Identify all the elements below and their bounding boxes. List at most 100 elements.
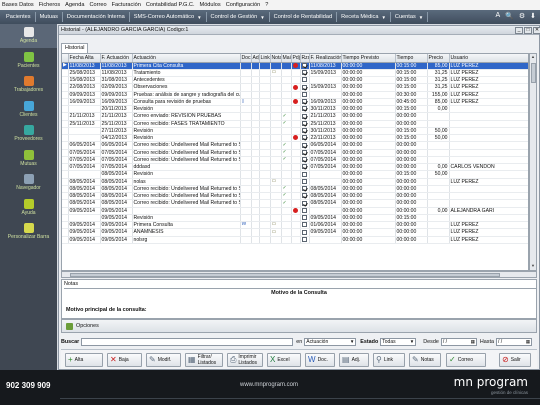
realizado-checkbox[interactable] — [301, 186, 307, 192]
table-row[interactable]: 08/05/2014 08/05/2014 Correo recibido: Und… — [62, 199, 528, 208]
toolbar-item-1[interactable]: Mutuas — [36, 12, 63, 22]
calendar-icon[interactable]: ▦ — [471, 339, 475, 345]
table-row[interactable]: 20/11/2013 Revisión 30/11/2013 00:00:00 00:1… — [62, 105, 528, 114]
gear-icon[interactable]: ⚙ — [519, 12, 525, 20]
toolbar-item-6[interactable]: Receta Médica ▼ — [337, 12, 391, 22]
toolbar-item-2[interactable]: Documentación Interna — [63, 12, 130, 22]
table-row[interactable]: 08/05/2014 08/05/2014 Correo recibido: Und… — [62, 185, 528, 194]
realizado-checkbox[interactable] — [301, 178, 307, 184]
realizado-checkbox[interactable] — [301, 99, 307, 105]
button-8[interactable]: ⚲ Link — [373, 353, 405, 367]
table-row[interactable]: 07/05/2014 07/05/2014 Correo recibido: Und… — [62, 149, 528, 157]
button-5[interactable]: X Excel — [267, 353, 301, 367]
realizado-checkbox[interactable] — [301, 128, 307, 134]
maximize-icon[interactable]: □ — [524, 27, 532, 34]
column-header[interactable]: Tiempo — [395, 54, 428, 63]
table-row[interactable]: 07/05/2014 07/05/2014 dddasd 07/05/2014 00:0… — [62, 163, 528, 172]
menu-item-5[interactable]: Contabilidad P.G.C. — [146, 2, 195, 8]
column-header[interactable]: F. Realización — [309, 54, 342, 63]
download-icon[interactable]: ⬇ — [530, 12, 536, 20]
table-row[interactable]: 16/09/2013 16/09/2013 Consulta para revisi… — [62, 98, 528, 107]
table-row[interactable]: 09/05/2014 09/05/2014 Primera Consulta W ▭ 01… — [62, 221, 528, 230]
menu-item-0[interactable]: Bases Datos — [2, 2, 34, 8]
column-header[interactable]: Usuario — [449, 54, 528, 63]
toolbar-item-4[interactable]: Control de Gestión ▼ — [207, 12, 270, 22]
column-header[interactable]: Fecha Alta — [68, 54, 101, 63]
calendar-icon[interactable]: ▦ — [526, 339, 530, 345]
button-1[interactable]: ✕ Baja — [107, 353, 142, 367]
hasta-date-field[interactable]: / / ▦ — [495, 338, 532, 346]
realizado-checkbox[interactable] — [301, 106, 307, 112]
sidebar-item-3[interactable]: Clientes — [0, 98, 57, 122]
sidebar-item-4[interactable]: Proveedores — [0, 122, 57, 146]
sidebar-item-8[interactable]: Personalizar Barra — [0, 220, 57, 244]
table-row[interactable]: 21/11/2013 21/11/2013 Correo enviado: REVI… — [62, 112, 528, 121]
minimize-icon[interactable]: _ — [515, 27, 523, 34]
close-icon[interactable]: ✕ — [533, 27, 540, 34]
table-row[interactable]: 27/11/2013 Revisión 30/11/2013 00:00:00 00:1… — [62, 127, 528, 136]
table-row[interactable]: 25/08/2013 11/08/2013 Tratamiento ▭ 15/09/20… — [62, 69, 528, 78]
realizado-checkbox[interactable] — [301, 171, 307, 177]
sidebar-item-5[interactable]: Mutuas — [0, 147, 57, 171]
realizado-checkbox[interactable] — [301, 142, 307, 148]
table-row[interactable]: 09/05/2014 09/05/2014 00:00:00 00:00:00 0,00… — [62, 207, 528, 215]
table-row[interactable]: 08/05/2014 Revisión 00:00:00 00:15:00 50,00 — [62, 170, 528, 179]
button-6[interactable]: W Doc. — [305, 353, 335, 367]
menu-item-7[interactable]: Configuración — [226, 2, 261, 8]
toolbar-item-3[interactable]: SMS-Correo Automático ▼ — [130, 12, 207, 22]
grid-horizontal-scrollbar[interactable] — [61, 271, 537, 278]
desde-date-field[interactable]: / / ▦ — [440, 338, 477, 346]
column-header[interactable]: Tiempo Previsto — [341, 54, 396, 63]
menu-item-4[interactable]: Facturación — [112, 2, 141, 8]
sidebar-item-1[interactable]: Pacientes — [0, 49, 57, 73]
footer-url[interactable]: www.mnprogram.com — [240, 382, 298, 388]
table-row[interactable]: 08/05/2014 08/05/2014 nolas ▭ 00:00:00 00:00:… — [62, 178, 528, 186]
table-row[interactable]: 08/05/2014 08/05/2014 Correo recibido: Und… — [62, 192, 528, 201]
realizado-checkbox[interactable] — [301, 200, 307, 206]
column-header[interactable]: F. Actuación — [100, 54, 133, 63]
realizado-checkbox[interactable] — [301, 164, 307, 170]
realizado-checkbox[interactable] — [301, 135, 307, 141]
table-row[interactable]: 09/05/2014 09/05/2014 nolsrg 00:00:00 00:00:… — [62, 236, 528, 244]
button-4[interactable]: ⎙ Imprimir Listados — [227, 353, 263, 367]
realizado-checkbox[interactable] — [301, 157, 307, 163]
scroll-thumb[interactable] — [531, 63, 536, 83]
column-header[interactable]: Mail — [281, 54, 292, 63]
realizado-checkbox[interactable] — [301, 149, 307, 155]
table-row[interactable]: 09/05/2014 Revisión 09/05/2014 00:00:00 00:1… — [62, 214, 528, 223]
column-header[interactable]: Links — [259, 54, 271, 63]
sidebar-item-6[interactable]: Navegador — [0, 171, 57, 195]
opciones-bar[interactable]: Opciones — [61, 319, 537, 333]
realizado-checkbox[interactable] — [301, 77, 307, 83]
column-header[interactable]: Precio — [427, 54, 450, 63]
column-header[interactable]: Rzd — [300, 54, 310, 63]
column-header[interactable]: Pdj — [291, 54, 301, 63]
search-field-select[interactable]: Actuación ▼ — [304, 338, 357, 346]
sidebar-item-7[interactable]: Ayuda — [0, 196, 57, 220]
menu-item-8[interactable]: ? — [265, 2, 268, 8]
button-2[interactable]: ✎ Modif. — [146, 353, 181, 367]
button-3[interactable]: ▦ Filtrar/ Listados — [185, 353, 223, 367]
realizado-checkbox[interactable] — [301, 215, 307, 221]
button-7[interactable]: ▤ Adj. — [339, 353, 369, 367]
hscroll-thumb[interactable] — [70, 273, 500, 277]
tab-historial[interactable]: Historial — [61, 43, 89, 53]
menu-item-1[interactable]: Ficheros — [39, 2, 60, 8]
button-10[interactable]: ✓ Correo — [446, 353, 486, 367]
button-11[interactable]: ⊘ Salir — [499, 353, 531, 367]
table-row[interactable]: 09/09/2013 09/09/2013 Pruebas: análisis de… — [62, 91, 528, 99]
table-row[interactable]: 22/08/2013 02/09/2013 Observaciones 15/09/2… — [62, 83, 528, 92]
realizado-checkbox[interactable] — [301, 84, 307, 90]
realizado-checkbox[interactable] — [301, 120, 307, 126]
tab-notas[interactable]: Notas — [64, 280, 536, 289]
realizado-checkbox[interactable] — [301, 207, 307, 213]
table-row[interactable]: ▶ 11/08/2013 11/08/2013 Primera Cita Consul… — [62, 62, 528, 70]
sidebar-item-0[interactable]: Agenda — [0, 24, 57, 48]
column-header[interactable]: Adj. — [251, 54, 260, 63]
table-row[interactable]: 25/11/2013 25/11/2013 Correo recibido: FAS… — [62, 120, 528, 128]
search-input[interactable] — [81, 338, 294, 346]
realizado-checkbox[interactable] — [301, 70, 307, 76]
table-row[interactable]: 15/08/2013 31/08/2013 Antecedentes 00:00:00… — [62, 76, 528, 85]
realizado-checkbox[interactable] — [301, 91, 307, 97]
table-row[interactable]: 06/05/2014 06/05/2014 Correo recibido: Und… — [62, 141, 528, 150]
